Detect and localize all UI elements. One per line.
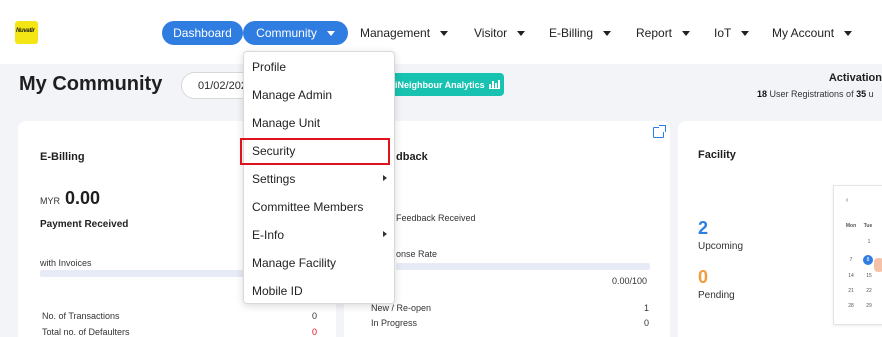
nav-community-label: Community	[256, 26, 317, 40]
chevron-down-icon	[682, 30, 691, 36]
calendar-day-selected[interactable]: 8	[863, 255, 873, 265]
with-invoices-label: with Invoices	[40, 258, 92, 268]
activation-title: Activation	[828, 72, 882, 84]
page-title: My Community	[19, 73, 163, 95]
community-dropdown-menu: Profile Manage Admin Manage Unit Securit…	[243, 51, 395, 304]
e-billing-title: E-Billing	[40, 151, 85, 163]
activation-total: 35	[856, 89, 867, 99]
menu-item-manage-unit[interactable]: Manage Unit	[244, 109, 394, 137]
calendar-day[interactable]: 14	[845, 273, 857, 279]
calendar-day-header: Mon	[845, 223, 857, 229]
transactions-value: 0	[312, 311, 318, 321]
menu-item-label: Manage Unit	[252, 116, 321, 130]
nav-community[interactable]: Community	[243, 21, 348, 45]
menu-item-label: Committee Members	[252, 200, 364, 214]
nav-my-account[interactable]: My Account	[772, 21, 853, 45]
menu-item-label: Manage Facility	[252, 256, 337, 270]
menu-item-label: E-Info	[252, 228, 285, 242]
nav-report[interactable]: Report	[636, 21, 691, 45]
nav-my-account-label: My Account	[772, 26, 835, 40]
calendar-day[interactable]: 22	[863, 288, 875, 294]
calendar-day[interactable]: 15	[863, 273, 875, 279]
nav-visitor[interactable]: Visitor	[474, 21, 526, 45]
nav-e-billing[interactable]: E-Billing	[549, 21, 612, 45]
calendar-day[interactable]: 29	[863, 303, 875, 309]
nav-management-label: Management	[360, 26, 431, 40]
chevron-down-icon	[440, 30, 449, 36]
feedback-title: dback	[396, 151, 428, 163]
chevron-down-icon	[741, 30, 750, 36]
menu-item-settings[interactable]: Settings	[244, 165, 394, 193]
ineighbour-analytics-button[interactable]: iNeighbour Analytics	[385, 73, 504, 96]
activation-text: User Registrations of	[769, 89, 854, 99]
menu-item-label: Manage Admin	[252, 88, 333, 102]
calendar-day-header: Tue	[863, 223, 873, 229]
calendar-day[interactable]: 21	[845, 288, 857, 294]
payment-received-label: Payment Received	[40, 219, 129, 230]
activation-count: 18	[757, 89, 768, 99]
menu-item-profile[interactable]: Profile	[244, 53, 394, 81]
calendar-event-marker	[874, 258, 882, 272]
pending-count: 0	[698, 267, 709, 287]
nav-dashboard[interactable]: Dashboard	[162, 21, 243, 45]
facility-title: Facility	[698, 149, 736, 161]
chevron-left-icon[interactable]: ‹	[841, 197, 853, 204]
defaulters-label: Total no. of Defaulters	[42, 327, 130, 337]
nav-iot-label: IoT	[714, 26, 732, 40]
feedback-received-label: Feedback Received	[396, 213, 476, 223]
chevron-down-icon	[517, 30, 526, 36]
nav-visitor-label: Visitor	[474, 26, 508, 40]
upcoming-label: Upcoming	[698, 241, 744, 252]
activation-summary: 18 User Registrations of 35 u	[757, 89, 874, 99]
analytics-button-label: iNeighbour Analytics	[395, 79, 485, 90]
nav-iot[interactable]: IoT	[714, 21, 750, 45]
response-rate-label: onse Rate	[396, 249, 438, 259]
menu-item-mobile-id[interactable]: Mobile ID	[244, 277, 394, 305]
nav-e-billing-label: E-Billing	[549, 26, 594, 40]
nav-management[interactable]: Management	[360, 21, 449, 45]
menu-item-label: Mobile ID	[252, 284, 303, 298]
menu-item-label: Settings	[252, 172, 296, 186]
activation-tail: u	[868, 89, 874, 99]
menu-item-manage-admin[interactable]: Manage Admin	[244, 81, 394, 109]
security-highlight-box	[240, 138, 390, 165]
menu-item-manage-facility[interactable]: Manage Facility	[244, 249, 394, 277]
bar-chart-icon	[488, 79, 500, 89]
calendar-day[interactable]: 7	[845, 257, 857, 263]
response-rate-value: 0.00/100	[612, 276, 648, 286]
menu-item-committee-members[interactable]: Committee Members	[244, 193, 394, 221]
chevron-right-icon	[383, 175, 387, 181]
feedback-row-value: 1	[644, 303, 650, 313]
response-rate-bar	[396, 263, 650, 270]
chevron-down-icon	[844, 30, 853, 36]
nav-report-label: Report	[636, 26, 673, 40]
pending-label: Pending	[698, 290, 735, 301]
calendar-day[interactable]: 28	[845, 303, 857, 309]
top-navigation-bar: Nuvatir Dashboard Community Management V…	[0, 0, 882, 64]
upcoming-count: 2	[698, 218, 709, 238]
facility-calendar[interactable]: ‹ Mon Tue 1 7 8 14 15 21 22 28 29	[833, 185, 882, 325]
logo-wordmark: Nuvatir	[16, 28, 35, 34]
payment-amount: 0.00	[65, 188, 101, 208]
menu-item-e-info[interactable]: E-Info	[244, 221, 394, 249]
currency-label: MYR	[40, 196, 60, 206]
nav-dashboard-label: Dashboard	[173, 26, 232, 40]
chevron-right-icon	[383, 231, 387, 237]
calendar-day[interactable]: 1	[863, 239, 875, 245]
feedback-row-value: 0	[644, 318, 650, 328]
external-link-icon[interactable]	[653, 125, 666, 138]
feedback-row-label: In Progress	[371, 318, 418, 328]
chevron-down-icon	[326, 30, 335, 36]
brand-logo[interactable]: Nuvatir	[15, 21, 38, 44]
chevron-down-icon	[603, 30, 612, 36]
defaulters-value: 0	[312, 327, 318, 337]
menu-item-label: Profile	[252, 60, 287, 74]
transactions-label: No. of Transactions	[42, 311, 120, 321]
